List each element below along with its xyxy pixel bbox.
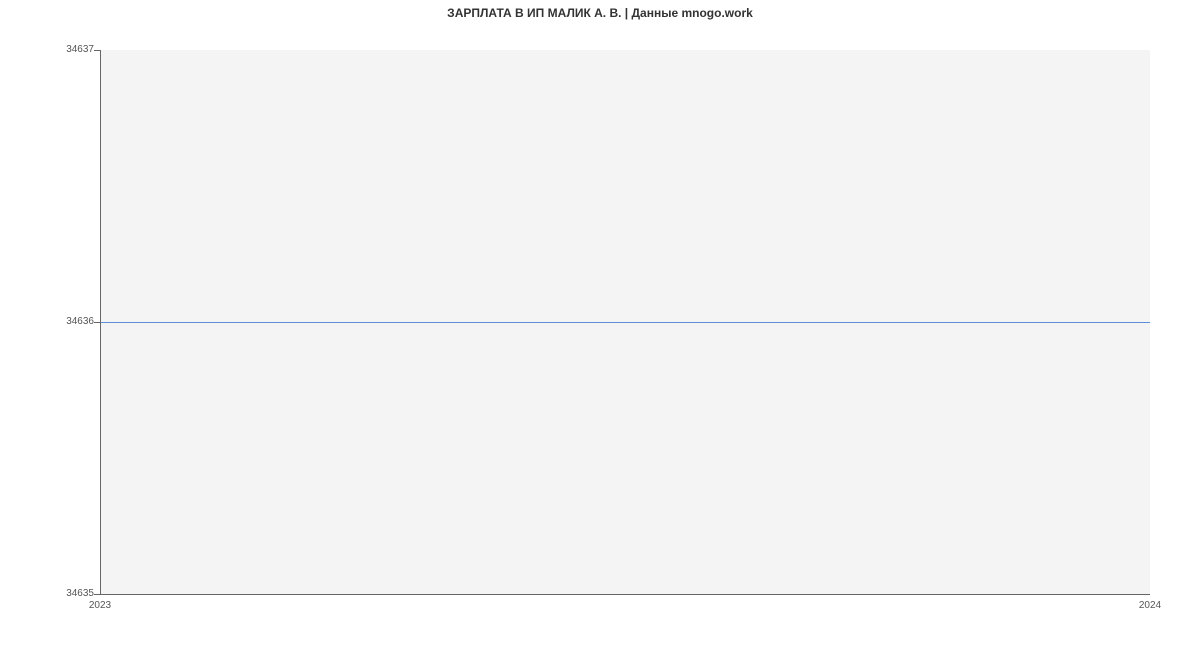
chart-title: ЗАРПЛАТА В ИП МАЛИК А. В. | Данные mnogo…	[0, 6, 1200, 20]
y-tick-label: 34635	[44, 588, 94, 599]
y-tick-label: 34636	[44, 316, 94, 327]
series-line	[101, 322, 1150, 323]
x-tick-label: 2023	[80, 600, 120, 611]
plot-area	[100, 50, 1150, 595]
x-tick-label: 2024	[1130, 600, 1170, 611]
y-tick-label: 34637	[44, 44, 94, 55]
salary-line-chart: ЗАРПЛАТА В ИП МАЛИК А. В. | Данные mnogo…	[0, 0, 1200, 650]
